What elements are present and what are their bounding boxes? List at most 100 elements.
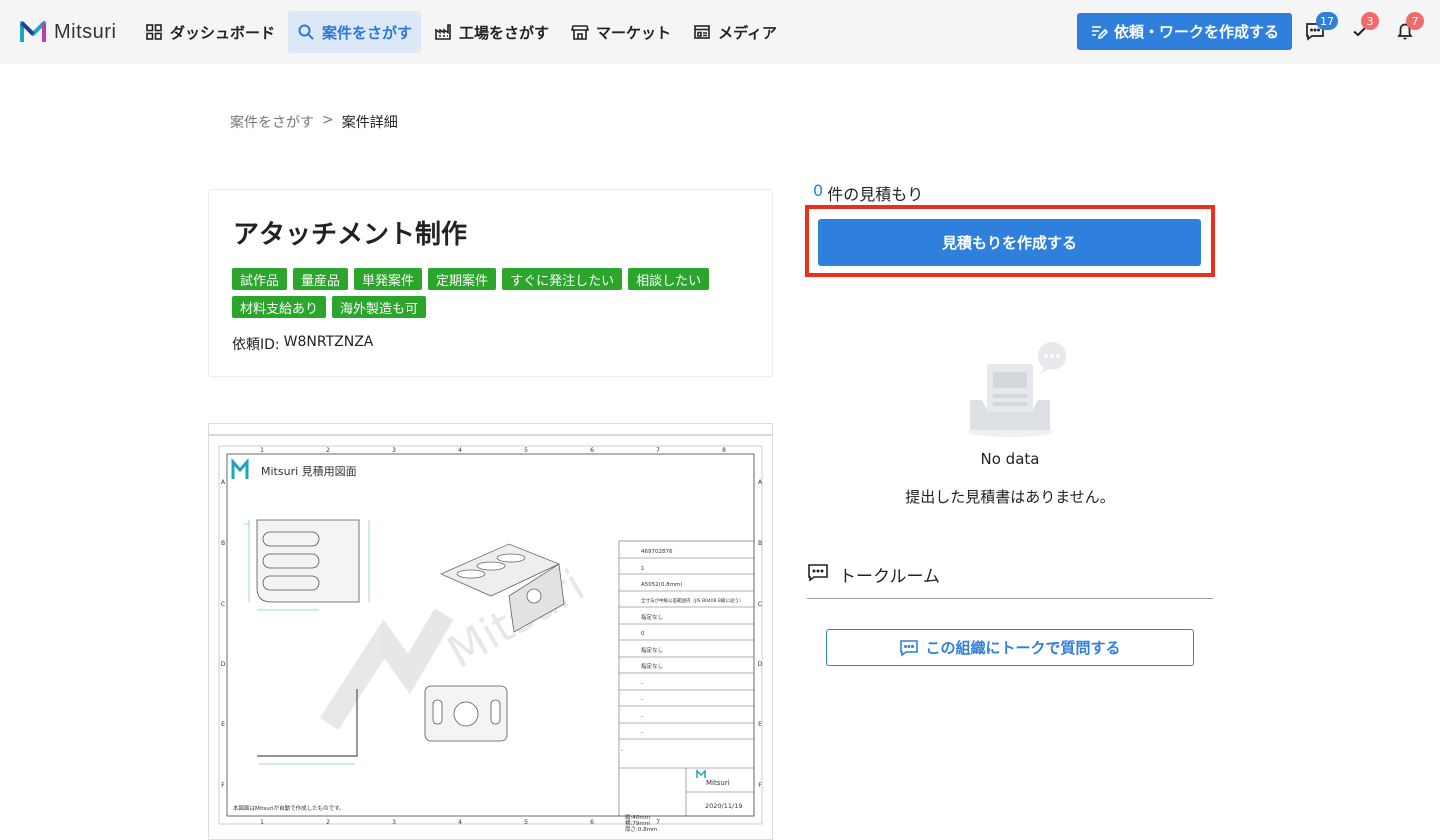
newspaper-icon: [694, 25, 710, 39]
chat-button[interactable]: 17: [1304, 12, 1338, 42]
empty-inbox-icon: [968, 342, 1066, 437]
dim-thickness: 厚さ:0.8mm: [625, 826, 657, 833]
tag: 材料支給あり: [232, 296, 327, 318]
edit-list-icon: [1091, 25, 1108, 39]
project-tags: 試作品 量産品 単発案件 定期案件 すぐに発注したい 相談したい 材料支給あり …: [232, 268, 752, 318]
row-letter: B: [221, 540, 225, 547]
col-number: 5: [524, 447, 528, 454]
nav-item-label: マーケット: [596, 23, 672, 42]
col-number: 1: [260, 447, 264, 454]
row-letter: F: [221, 782, 225, 789]
quote-count-suffix: 件の見積もり: [827, 185, 924, 204]
nav-item-search-projects[interactable]: 案件をさがす: [288, 11, 422, 53]
part-bottom-view: [424, 685, 508, 742]
table-cell: -: [621, 748, 623, 754]
table-cell: A5052(0.8mm): [641, 582, 683, 588]
table-cell: 469702876: [641, 549, 673, 555]
row-letter: C: [221, 601, 225, 608]
quote-count: 0 件の見積もり: [813, 181, 923, 205]
drawing-note: 本図面はMitsuriが自動で作成したものです。: [233, 804, 345, 812]
nav-item-label: ダッシュボード: [170, 23, 276, 42]
table-cell: 全寸法が中級公差範囲内（JIS B0408 B級に従う）: [641, 597, 744, 604]
part-front-view: [244, 519, 370, 611]
row-letter: D: [758, 661, 763, 668]
notification-badge: 7: [1406, 12, 1424, 30]
col-number: 6: [590, 819, 594, 826]
col-number: 3: [392, 819, 396, 826]
logo-text: Mitsuri: [54, 20, 117, 43]
breadcrumb-parent[interactable]: 案件をさがす: [230, 112, 314, 132]
create-quote-label: 見積もりを作成する: [941, 234, 1077, 252]
quote-count-number: 0: [813, 181, 824, 200]
chat-icon: [808, 564, 828, 582]
dim-height: 縦:40mm: [625, 813, 650, 821]
project-info-card: アタッチメント制作 試作品 量産品 単発案件 定期案件 すぐに発注したい 相談し…: [208, 189, 773, 377]
nav-item-media[interactable]: メディア: [684, 11, 786, 53]
create-quote-button[interactable]: 見積もりを作成する: [818, 219, 1201, 266]
col-number: 4: [458, 819, 462, 826]
nav-item-dashboard[interactable]: ダッシュボード: [136, 11, 284, 53]
logo[interactable]: Mitsuri: [20, 20, 116, 44]
store-icon: [571, 25, 590, 40]
tag: 量産品: [293, 268, 349, 290]
col-number: 8: [722, 447, 726, 454]
ask-organization-button[interactable]: この組織にトークで質問する: [826, 629, 1194, 666]
nav-item-label: 案件をさがす: [322, 23, 413, 42]
project-title: アタッチメント制作: [233, 220, 468, 250]
col-number: 6: [590, 447, 594, 454]
row-letter: B: [758, 540, 762, 547]
factory-icon: [435, 24, 451, 40]
table-cell: 指定なし: [641, 662, 663, 670]
todo-button[interactable]: 3: [1349, 12, 1379, 42]
tag: 単発案件: [354, 268, 423, 290]
empty-title: No data: [980, 450, 1040, 468]
row-letter: E: [221, 721, 225, 728]
table-cell: 指定なし: [641, 613, 663, 621]
empty-message: 提出した見積書はありません。: [905, 488, 1115, 506]
request-id-label: 依頼ID:: [232, 337, 280, 353]
estimate-drawing[interactable]: 1 2 3 4 5 6 7 8 1 2 3 4 5 6 7 A B C D E …: [208, 423, 773, 840]
row-letter: D: [221, 661, 226, 668]
col-number: 3: [392, 447, 396, 454]
table-cell: -: [641, 730, 643, 736]
create-request-label: 依頼・ワークを作成する: [1113, 23, 1279, 41]
drawing-date: 2020/11/19: [705, 802, 742, 810]
mitsuri-logo-icon: [20, 21, 46, 42]
talk-room-header: トークルーム: [807, 562, 1213, 599]
drawing-sheet: 1 2 3 4 5 6 7 8 1 2 3 4 5 6 7 A B C D E …: [209, 424, 772, 839]
breadcrumb-separator: >: [322, 112, 334, 128]
row-letter: F: [758, 782, 762, 789]
tag: 定期案件: [428, 268, 497, 290]
col-number: 7: [656, 447, 660, 454]
breadcrumb-current: 案件詳細: [341, 115, 398, 131]
col-number: 4: [458, 447, 462, 454]
row-letter: C: [758, 601, 762, 608]
col-number: 7: [656, 819, 660, 826]
col-number: 2: [326, 447, 330, 454]
talk-room-title: トークルーム: [839, 567, 940, 587]
stamp-logo: Mitsuri: [706, 779, 730, 787]
nav-item-search-factories[interactable]: 工場をさがす: [425, 11, 558, 53]
request-id-value: W8NRTZNZA: [283, 334, 374, 350]
table-cell: -: [641, 714, 643, 720]
tag: 相談したい: [628, 268, 710, 290]
tag: すぐに発注したい: [502, 268, 623, 290]
main-nav: ダッシュボード 案件をさがす 工場をさがす マーケット メディア: [136, 11, 786, 53]
ask-organization-label: この組織にトークで質問する: [925, 639, 1121, 657]
search-icon: [298, 24, 314, 40]
notification-button[interactable]: 7: [1394, 12, 1424, 42]
dim-width: 横:79mm: [625, 819, 650, 827]
nav-item-label: メディア: [718, 23, 778, 42]
nav-item-market[interactable]: マーケット: [562, 11, 680, 53]
create-request-button[interactable]: 依頼・ワークを作成する: [1077, 13, 1292, 50]
col-number: 5: [524, 819, 528, 826]
drawing-heading-text: Mitsuri 見積用図面: [261, 464, 357, 478]
table-cell: -: [641, 681, 643, 687]
breadcrumb: 案件をさがす > 案件詳細: [230, 112, 398, 132]
table-cell: 0: [641, 631, 645, 637]
todo-badge: 3: [1361, 12, 1379, 30]
top-header: Mitsuri ダッシュボード 案件をさがす 工場をさがす マーケット メディア…: [0, 0, 1440, 64]
col-number: 1: [260, 819, 264, 826]
tag: 海外製造も可: [332, 296, 427, 318]
row-letter: E: [758, 721, 762, 728]
